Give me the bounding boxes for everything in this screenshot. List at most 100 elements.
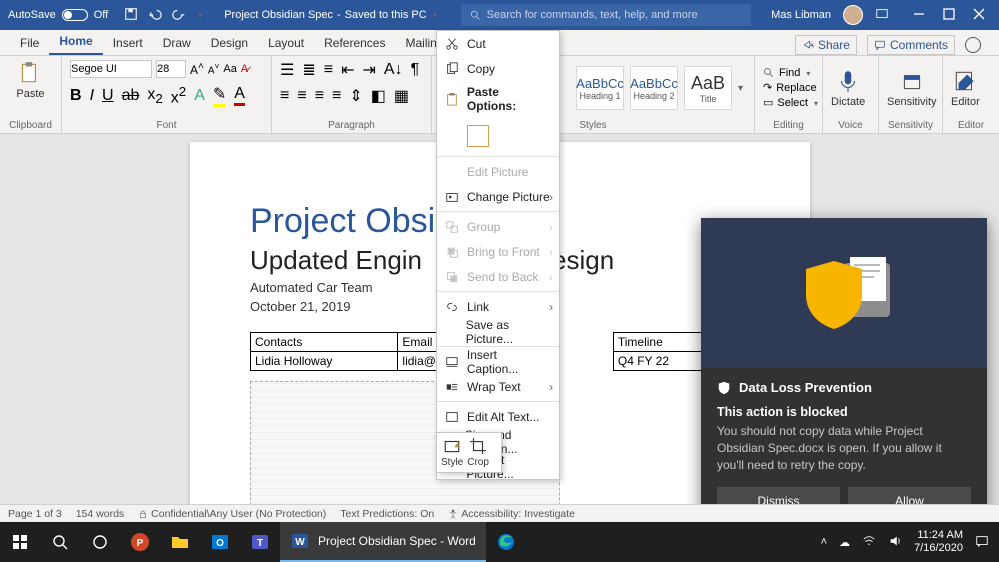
styles-more-icon[interactable]: ▾ bbox=[738, 83, 743, 94]
status-words[interactable]: 154 words bbox=[76, 508, 124, 520]
tray-chevron-icon[interactable]: ˄ bbox=[821, 536, 827, 548]
status-sensitivity[interactable]: Confidential\Any User (No Protection) bbox=[138, 508, 326, 520]
taskbar-outlook[interactable]: O bbox=[200, 522, 240, 562]
show-marks-icon[interactable]: ¶ bbox=[411, 61, 420, 79]
style-heading2[interactable]: AaBbCcHeading 2 bbox=[630, 66, 678, 110]
clear-format-icon[interactable]: A̷ bbox=[241, 63, 248, 75]
tab-references[interactable]: References bbox=[314, 32, 395, 55]
ctx-change-picture[interactable]: Change Picture bbox=[437, 184, 559, 209]
align-center-icon[interactable]: ≡ bbox=[297, 87, 306, 105]
context-menu: Cut Copy Paste Options: Edit Picture Cha… bbox=[436, 30, 560, 480]
tray-clock[interactable]: 11:24 AM 7/16/2020 bbox=[914, 529, 963, 554]
minimize-icon[interactable] bbox=[913, 8, 925, 23]
tab-layout[interactable]: Layout bbox=[258, 32, 314, 55]
status-predictions[interactable]: Text Predictions: On bbox=[340, 508, 434, 520]
ctx-edit-alt-text[interactable]: Edit Alt Text... bbox=[437, 404, 559, 429]
ribbon-display-icon[interactable] bbox=[875, 7, 889, 24]
select-button[interactable]: ▭Select bbox=[763, 96, 818, 109]
paste-option-keep-source[interactable] bbox=[467, 125, 489, 147]
replace-button[interactable]: ↷Replace bbox=[763, 81, 818, 94]
text-effects-icon[interactable]: A bbox=[194, 87, 205, 105]
ctx-cut[interactable]: Cut bbox=[437, 31, 559, 56]
font-size-input[interactable] bbox=[156, 60, 186, 78]
line-spacing-icon[interactable]: ⇕ bbox=[349, 86, 362, 106]
undo-icon[interactable] bbox=[148, 7, 162, 24]
dictate-button[interactable]: Dictate bbox=[831, 68, 865, 108]
taskbar-explorer[interactable] bbox=[160, 522, 200, 562]
taskbar-powerpoint[interactable]: P bbox=[120, 522, 160, 562]
tab-draw[interactable]: Draw bbox=[153, 32, 201, 55]
ctx-link[interactable]: Link bbox=[437, 294, 559, 319]
style-title[interactable]: AaBTitle bbox=[684, 66, 732, 110]
font-color-icon[interactable]: A bbox=[234, 85, 245, 106]
ctx-wrap-text[interactable]: Wrap Text bbox=[437, 374, 559, 399]
numbering-icon[interactable]: ≣ bbox=[302, 60, 315, 80]
tab-home[interactable]: Home bbox=[49, 30, 102, 55]
shading-icon[interactable]: ◧ bbox=[371, 86, 386, 106]
strikethrough-button[interactable]: ab bbox=[122, 87, 140, 105]
taskbar-teams[interactable]: T bbox=[240, 522, 280, 562]
tray-onedrive-icon[interactable]: ☁ bbox=[839, 536, 850, 549]
editor-button[interactable]: Editor bbox=[951, 68, 980, 108]
ctx-copy[interactable]: Copy bbox=[437, 56, 559, 81]
autosave-toggle[interactable]: AutoSave Off bbox=[0, 9, 116, 21]
decrease-indent-icon[interactable]: ⇤ bbox=[341, 60, 354, 80]
comments-button[interactable]: Comments bbox=[867, 35, 955, 55]
mini-style-button[interactable]: Style bbox=[441, 437, 463, 468]
start-button[interactable] bbox=[0, 522, 40, 562]
ctx-save-as-picture[interactable]: Save as Picture... bbox=[437, 319, 559, 344]
borders-icon[interactable]: ▦ bbox=[394, 86, 409, 106]
increase-indent-icon[interactable]: ⇥ bbox=[363, 60, 376, 80]
tray-notifications-icon[interactable] bbox=[975, 534, 989, 551]
close-icon[interactable] bbox=[973, 8, 985, 23]
tray-volume-icon[interactable] bbox=[888, 534, 902, 551]
find-button[interactable]: Find bbox=[763, 67, 818, 79]
username[interactable]: Mas Libman bbox=[771, 9, 831, 21]
search-bar[interactable]: Search for commands, text, help, and mor… bbox=[461, 4, 751, 26]
tab-file[interactable]: File bbox=[10, 32, 49, 55]
taskbar-word-active[interactable]: W Project Obsidian Spec - Word bbox=[280, 522, 486, 562]
decrease-font-icon[interactable]: A˅ bbox=[208, 61, 220, 76]
mini-crop-button[interactable]: Crop bbox=[467, 437, 489, 468]
sort-icon[interactable]: A↓ bbox=[384, 61, 403, 79]
td-name: Lidia Holloway bbox=[251, 352, 398, 371]
qat-more-icon[interactable] bbox=[196, 9, 202, 21]
increase-font-icon[interactable]: A˄ bbox=[190, 61, 204, 77]
style-heading1[interactable]: AaBbCcHeading 1 bbox=[576, 66, 624, 110]
avatar[interactable] bbox=[843, 5, 863, 25]
highlight-icon[interactable]: ✎ bbox=[213, 84, 226, 107]
bullets-icon[interactable]: ☰ bbox=[280, 60, 294, 80]
align-right-icon[interactable]: ≡ bbox=[315, 87, 324, 105]
subscript-button[interactable]: x2 bbox=[147, 86, 162, 106]
submenu-icon bbox=[549, 300, 553, 314]
underline-button[interactable]: U bbox=[102, 87, 114, 105]
share-button[interactable]: Share bbox=[795, 35, 857, 55]
save-icon[interactable] bbox=[124, 7, 138, 24]
status-sensitivity-text: Confidential\Any User (No Protection) bbox=[151, 508, 326, 520]
justify-icon[interactable]: ≡ bbox=[332, 87, 341, 105]
change-case-icon[interactable]: Aa bbox=[223, 63, 236, 75]
tab-design[interactable]: Design bbox=[201, 32, 258, 55]
taskbar-edge[interactable] bbox=[486, 522, 526, 562]
paste-button[interactable]: Paste bbox=[16, 60, 44, 100]
group-editor: Editor Editor bbox=[943, 56, 999, 133]
taskbar-cortana[interactable] bbox=[80, 522, 120, 562]
maximize-icon[interactable] bbox=[943, 8, 955, 23]
italic-button[interactable]: I bbox=[90, 87, 94, 105]
taskbar-search[interactable] bbox=[40, 522, 80, 562]
bold-button[interactable]: B bbox=[70, 87, 82, 105]
tray-wifi-icon[interactable] bbox=[862, 534, 876, 551]
feedback-icon[interactable] bbox=[965, 37, 981, 53]
status-accessibility[interactable]: Accessibility: Investigate bbox=[448, 508, 575, 520]
multilevel-icon[interactable]: ≡ bbox=[324, 61, 333, 79]
redo-icon[interactable] bbox=[172, 7, 186, 24]
status-page[interactable]: Page 1 of 3 bbox=[8, 508, 62, 520]
title-dropdown-icon[interactable] bbox=[431, 9, 437, 21]
superscript-button[interactable]: x2 bbox=[171, 84, 186, 107]
font-name-input[interactable] bbox=[70, 60, 152, 78]
sensitivity-button[interactable]: Sensitivity bbox=[887, 68, 937, 108]
align-left-icon[interactable]: ≡ bbox=[280, 87, 289, 105]
edge-icon bbox=[496, 532, 516, 552]
ctx-insert-caption[interactable]: Insert Caption... bbox=[437, 349, 559, 374]
tab-insert[interactable]: Insert bbox=[103, 32, 153, 55]
